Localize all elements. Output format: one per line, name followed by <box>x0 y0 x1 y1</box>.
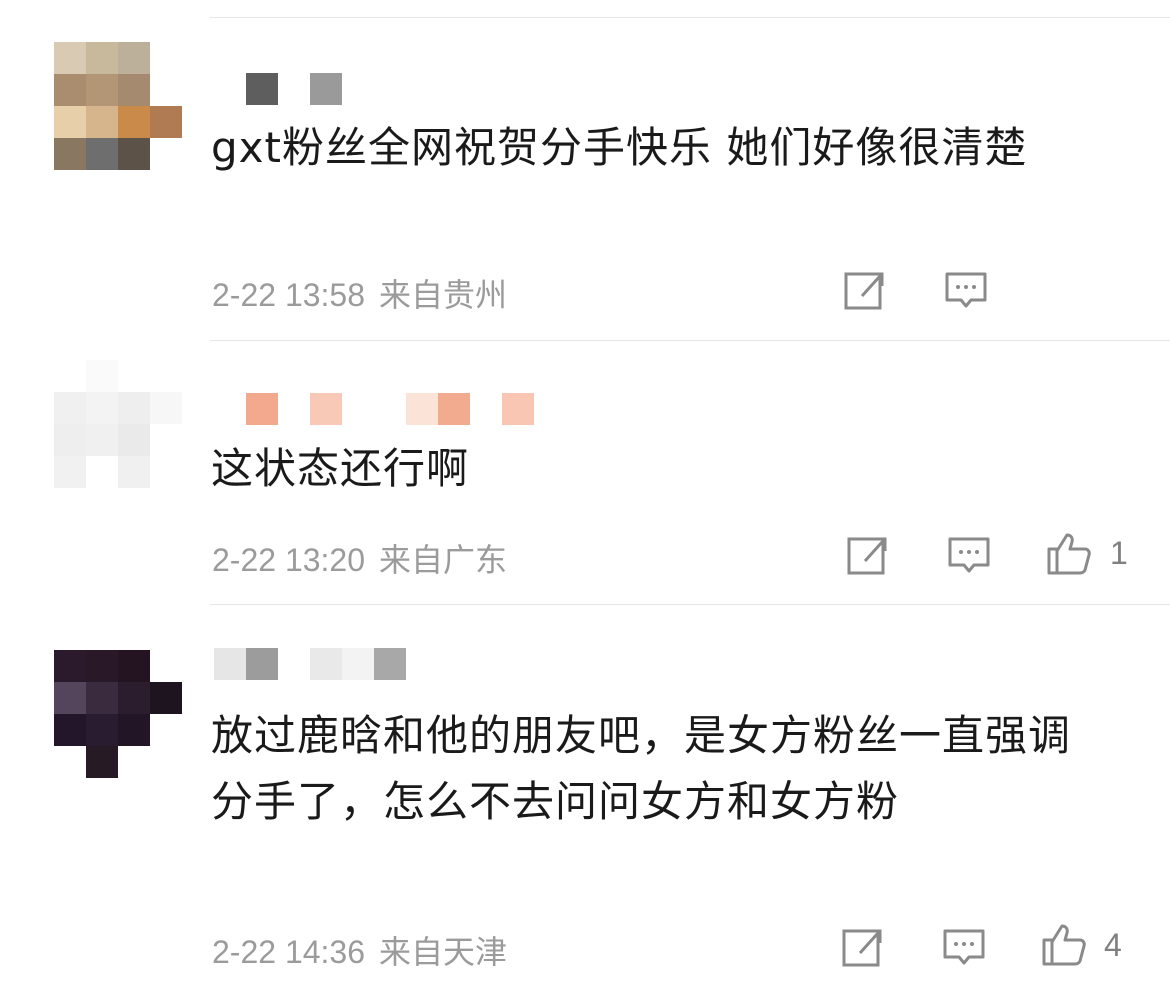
comment-icon <box>948 537 990 573</box>
repost-icon <box>847 537 887 575</box>
comment-time: 2-22 13:58 <box>212 277 366 313</box>
repost-button[interactable] <box>840 266 888 314</box>
like-count: 1 <box>1110 535 1128 571</box>
comment-time: 2-22 13:20 <box>212 542 366 578</box>
thumbs-up-icon <box>1042 924 1086 966</box>
comment-icon <box>943 929 985 965</box>
comment-time: 2-22 14:36 <box>212 934 366 970</box>
comment-meta: 2-22 13:58 来自贵州 <box>212 270 507 316</box>
comment-text: gxt粉丝全网祝贺分手快乐 她们好像很清楚 <box>211 123 1028 172</box>
comment-location: 来自广东 <box>379 542 508 578</box>
username-redacted[interactable] <box>214 648 406 680</box>
reply-button[interactable] <box>942 266 990 314</box>
like-button[interactable] <box>1045 529 1093 577</box>
comment-meta: 2-22 14:36 来自天津 <box>212 927 507 973</box>
comment-meta: 2-22 13:20 来自广东 <box>212 535 507 581</box>
repost-button[interactable] <box>843 531 891 579</box>
reply-button[interactable] <box>940 923 988 971</box>
avatar[interactable] <box>54 42 182 170</box>
repost-button[interactable] <box>838 923 886 971</box>
avatar[interactable] <box>54 650 182 778</box>
like-button[interactable] <box>1040 920 1088 968</box>
comment-text: 这状态还行啊 <box>211 444 470 493</box>
comment-icon <box>945 272 987 308</box>
username-redacted[interactable] <box>214 393 534 425</box>
comment-location: 来自贵州 <box>379 277 508 313</box>
divider <box>210 340 1170 341</box>
like-count: 4 <box>1104 927 1122 963</box>
reply-button[interactable] <box>945 531 993 579</box>
thumbs-up-icon <box>1047 533 1091 575</box>
comment-location: 来自天津 <box>379 934 508 970</box>
top-divider <box>210 17 1170 18</box>
repost-icon <box>842 929 882 967</box>
avatar[interactable] <box>54 360 182 488</box>
comment-text: 放过鹿晗和他的朋友吧，是女方粉丝一直强调分手了，怎么不去问问女方和女方粉 <box>211 711 1072 826</box>
username-redacted[interactable] <box>214 73 342 105</box>
repost-icon <box>844 272 884 310</box>
divider <box>210 604 1170 605</box>
